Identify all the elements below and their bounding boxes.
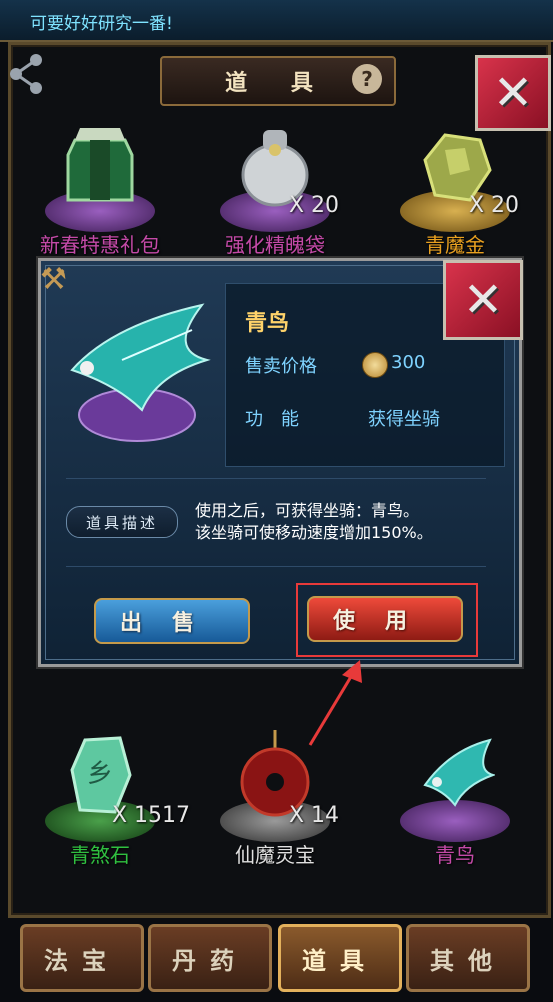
help-icon[interactable]: ? xyxy=(352,64,382,94)
item-description: 使用之后，可获得坐骑：青鸟。 该坐骑可使移动速度增加150%。 xyxy=(195,500,495,544)
arrow-icon xyxy=(308,660,362,746)
tab-qita[interactable]: 其他 xyxy=(406,924,530,992)
function-value: 获得坐骑 xyxy=(368,409,440,430)
item-count: X 20 xyxy=(288,193,339,218)
tab-fabao[interactable]: 法宝 xyxy=(20,924,144,992)
item-count: X 1517 xyxy=(111,803,190,828)
close-icon: ✕ xyxy=(462,272,504,328)
item-slot[interactable]: X 20 青魔金 xyxy=(385,108,525,258)
description-line: 使用之后，可获得坐骑：青鸟。 xyxy=(195,501,420,520)
item-slot[interactable]: X 20 强化精魄袋 xyxy=(205,108,345,258)
item-title: 青鸟 xyxy=(245,311,290,336)
bluebird-portrait-icon xyxy=(70,303,211,442)
share-icon[interactable] xyxy=(8,50,44,96)
sell-button[interactable]: 出售 xyxy=(94,598,250,644)
use-button-highlight xyxy=(296,583,478,657)
item-slot[interactable]: 新春特惠礼包 xyxy=(30,108,170,258)
item-count: X 14 xyxy=(288,803,339,828)
coin-icon xyxy=(362,352,388,378)
price-value: 300 xyxy=(391,352,426,373)
item-count: X 20 xyxy=(468,193,519,218)
bluebird-icon xyxy=(423,738,495,807)
tip-text: 可要好好研究一番! xyxy=(30,14,173,34)
price-label: 售卖价格 xyxy=(245,356,317,377)
description-tag: 道具描述 xyxy=(66,506,178,538)
description-line: 该坐骑可使移动速度增加150%。 xyxy=(195,523,433,542)
tab-danyao[interactable]: 丹药 xyxy=(148,924,272,992)
item-name: 新春特惠礼包 xyxy=(40,233,160,257)
item-name: 青煞石 xyxy=(70,843,130,867)
item-name: 青魔金 xyxy=(425,233,485,257)
tab-daoju[interactable]: 道具 xyxy=(278,924,402,992)
item-name: 强化精魄袋 xyxy=(225,233,325,257)
divider xyxy=(66,478,486,479)
item-name: 仙魔灵宝 xyxy=(235,843,315,867)
svg-text:乡: 乡 xyxy=(87,759,113,789)
top-tip-bar: 可要好好研究一番! xyxy=(0,0,553,42)
close-dialog-button[interactable]: ✕ xyxy=(443,260,523,340)
divider xyxy=(66,566,486,567)
item-name: 青鸟 xyxy=(435,843,475,867)
item-slot[interactable]: 青鸟 xyxy=(385,718,525,868)
gift-box-icon xyxy=(66,128,134,202)
item-slot[interactable]: 乡 X 1517 青煞石 xyxy=(30,718,190,868)
function-label: 功 能 xyxy=(245,409,299,430)
